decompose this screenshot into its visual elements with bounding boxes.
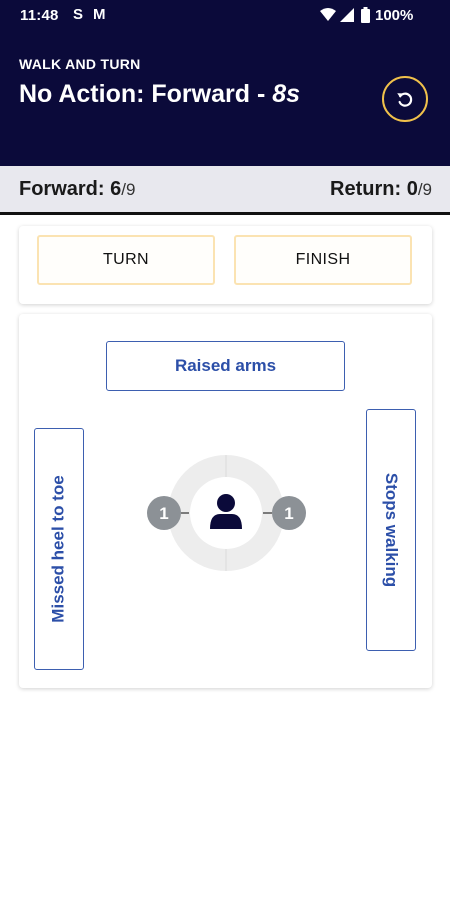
return-counter: Return: 0/9 — [330, 178, 432, 201]
return-label: Return: — [330, 178, 407, 200]
left-count: 1 — [159, 504, 168, 523]
raised-arms-label: Raised arms — [174, 356, 277, 375]
status-bar: 11:48 S M 100% — [0, 0, 450, 32]
turn-button[interactable]: TURN — [37, 235, 215, 285]
deviations-card: Raised arms Missed heel to toe Stops wal… — [19, 314, 432, 688]
gmail-icon: M — [93, 6, 106, 23]
right-count-badge: 1 — [272, 496, 306, 530]
test-name: WALK AND TURN — [19, 56, 141, 72]
stops-walking-label: Stops walking — [382, 472, 402, 588]
finish-button[interactable]: FINISH — [234, 235, 412, 285]
s-app-icon: S — [73, 6, 84, 23]
forward-value: 6 — [110, 178, 122, 200]
missed-heel-to-toe-button[interactable]: Missed heel to toe — [34, 428, 84, 670]
actions-card: TURN FINISH — [19, 226, 432, 304]
reset-button[interactable] — [382, 76, 428, 122]
step-counter-bar: Forward: 6/9 Return: 0/9 — [0, 166, 450, 215]
battery-percentage: 100% — [375, 7, 414, 24]
forward-total: /9 — [121, 180, 136, 199]
missed-heel-to-toe-label: Missed heel to toe — [49, 475, 68, 623]
app-header: WALK AND TURN No Action: Forward - 8s — [0, 32, 450, 166]
elapsed-time: 8s — [272, 80, 301, 108]
status-time: 11:48 — [20, 7, 59, 24]
right-count: 1 — [284, 504, 293, 523]
forward-label: Forward: — [19, 178, 111, 200]
walker-figure: 1 1 — [147, 455, 306, 571]
forward-counter: Forward: 6/9 — [19, 178, 135, 201]
return-value: 0 — [406, 178, 418, 200]
raised-arms-button[interactable]: Raised arms — [106, 341, 345, 391]
battery-icon — [361, 7, 370, 23]
wifi-icon — [320, 8, 336, 21]
stops-walking-button[interactable]: Stops walking — [366, 409, 416, 651]
left-count-badge: 1 — [147, 496, 181, 530]
page-title: No Action: Forward - 8s — [19, 80, 300, 109]
status-text: No Action: Forward - — [19, 80, 273, 108]
return-total: /9 — [417, 180, 432, 199]
rotate-ccw-icon — [397, 92, 413, 107]
cellular-icon — [340, 8, 354, 22]
